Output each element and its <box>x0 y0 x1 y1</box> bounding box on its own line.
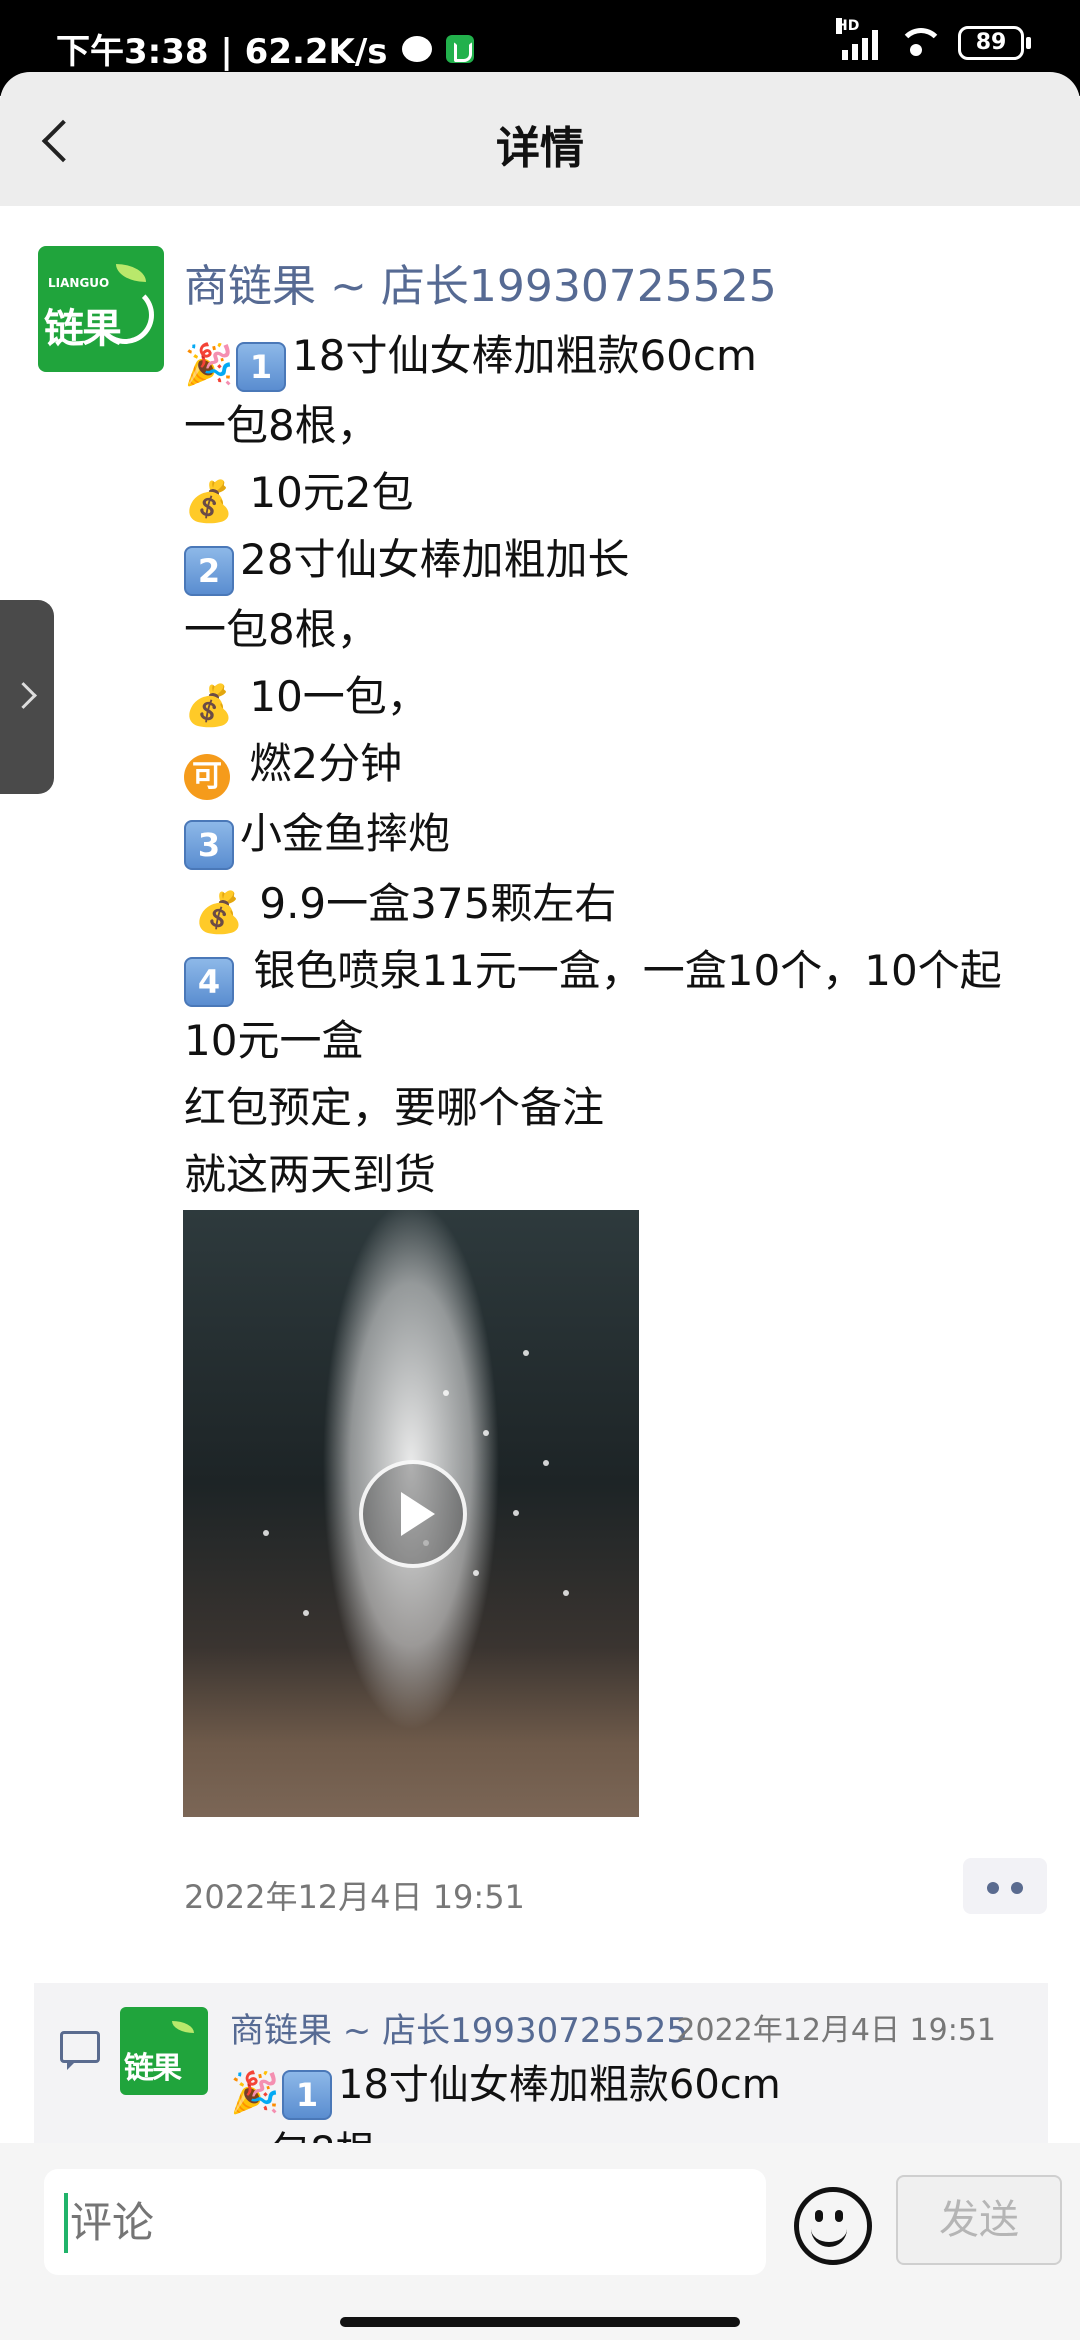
comment-input-bar: 发送 <box>0 2143 1080 2340</box>
page-title: 详情 <box>496 123 584 174</box>
post-text: 银色喷泉11元一盒，一盒10个，10个起 <box>253 946 1002 995</box>
post-line: 红包预定，要哪个备注 <box>184 1074 1034 1141</box>
money-bag-icon: 💰 <box>194 890 244 936</box>
keycap-2-icon: 2 <box>184 546 234 596</box>
post-text: 9.9一盒375颗左右 <box>259 879 617 928</box>
signal-icon: HD <box>836 18 878 60</box>
post-text: 就这两天到货 <box>184 1150 437 1199</box>
post-line: 2 28寸仙女棒加粗加长 <box>184 526 1034 596</box>
dot-icon <box>1011 1882 1023 1894</box>
post-line: 💰 9.9一盒375颗左右 <box>184 870 1034 937</box>
play-icon[interactable] <box>359 1460 467 1568</box>
post-line: 10元一盒 <box>184 1007 1034 1074</box>
avatar-brand-en: LIANGUO <box>48 276 110 290</box>
status-right: HD 89 <box>836 18 1031 60</box>
swoosh-icon <box>96 286 154 344</box>
phone-icon <box>445 34 474 63</box>
comment-line: 一包8根 <box>230 2129 375 2143</box>
top-bar: 详情 <box>0 72 1080 206</box>
comment-icon <box>60 2031 100 2070</box>
video-thumbnail[interactable] <box>183 1210 639 1817</box>
more-options-button[interactable] <box>963 1858 1047 1914</box>
comment-section: 链果 商链果 ~ 店长19930725525 2022年12月4日 19:51 … <box>34 1983 1048 2143</box>
post-line: 🎉 1 18寸仙女棒加粗款60cm <box>184 322 1034 392</box>
wechat-icon <box>401 35 432 62</box>
post-line: 💰 10一包， <box>184 663 1034 730</box>
battery-indicator: 89 <box>958 26 1031 60</box>
keycap-1-icon: 1 <box>236 342 286 392</box>
status-time: 下午3:38 | 62.2K/s <box>56 32 388 72</box>
post-author[interactable]: 商链果 ~ 店长19930725525 <box>184 250 777 314</box>
keycap-3-icon: 3 <box>184 820 234 870</box>
money-bag-icon: 💰 <box>184 683 234 729</box>
post-content: 🎉 1 18寸仙女棒加粗款60cm 一包8根， 💰 10元2包 2 28寸仙女棒加粗加… <box>184 322 1034 1208</box>
avatar[interactable]: LIANGUO 链果 <box>38 246 164 372</box>
post-text: 小金鱼摔炮 <box>240 809 451 858</box>
party-popper-icon: 🎉 <box>184 342 234 388</box>
party-popper-icon: 🎉 <box>230 2070 280 2116</box>
network-label: HD <box>836 18 860 34</box>
dot-icon <box>987 1882 999 1894</box>
post-text: 一包8根， <box>184 401 379 450</box>
comment-author[interactable]: 商链果 ~ 店长19930725525 <box>230 2003 688 2052</box>
emoji-icon[interactable] <box>794 2187 872 2265</box>
money-bag-icon: 💰 <box>184 479 234 525</box>
side-drawer-handle[interactable] <box>0 600 54 794</box>
post-line: 一包8根， <box>184 596 1034 663</box>
post-text: 10元一盒 <box>184 1016 364 1065</box>
leaf-icon <box>172 2021 194 2033</box>
post-line: 3 小金鱼摔炮 <box>184 800 1034 870</box>
post-text: 18寸仙女棒加粗款60cm <box>292 331 757 380</box>
comment-timestamp: 2022年12月4日 19:51 <box>676 2013 996 2048</box>
post-timestamp: 2022年12月4日 19:51 <box>184 1878 525 1916</box>
leaf-icon <box>116 264 146 282</box>
comment-avatar[interactable]: 链果 <box>120 2007 208 2095</box>
post-line: 可 燃2分钟 <box>184 730 1034 800</box>
post-text: 28寸仙女棒加粗加长 <box>240 535 630 584</box>
keycap-1-icon: 1 <box>282 2070 332 2120</box>
post-text: 10元2包 <box>249 468 414 517</box>
status-left: 下午3:38 | 62.2K/s <box>56 24 474 73</box>
send-button[interactable]: 发送 <box>896 2175 1062 2265</box>
post-line: 4 银色喷泉11元一盒，一盒10个，10个起 <box>184 937 1034 1007</box>
comment-line: 18寸仙女棒加粗款60cm <box>338 2062 781 2108</box>
comment-input[interactable] <box>44 2169 766 2275</box>
post-line: 一包8根， <box>184 392 1034 459</box>
home-indicator[interactable] <box>340 2317 740 2327</box>
post-line: 就这两天到货 <box>184 1141 1034 1208</box>
ke-badge-icon: 可 <box>184 754 230 800</box>
post-text: 10一包， <box>249 672 429 721</box>
post-text: 红包预定，要哪个备注 <box>184 1083 605 1132</box>
keycap-4-icon: 4 <box>184 957 234 1007</box>
post-text: 一包8根， <box>184 605 379 654</box>
avatar-brand: 链果 <box>124 2051 182 2086</box>
text-cursor <box>64 2193 68 2253</box>
wifi-icon <box>896 26 944 60</box>
comment-text: 🎉118寸仙女棒加粗款60cm 一包8根 <box>230 2053 781 2143</box>
post-line: 💰 10元2包 <box>184 459 1034 526</box>
post-text: 燃2分钟 <box>249 739 403 788</box>
